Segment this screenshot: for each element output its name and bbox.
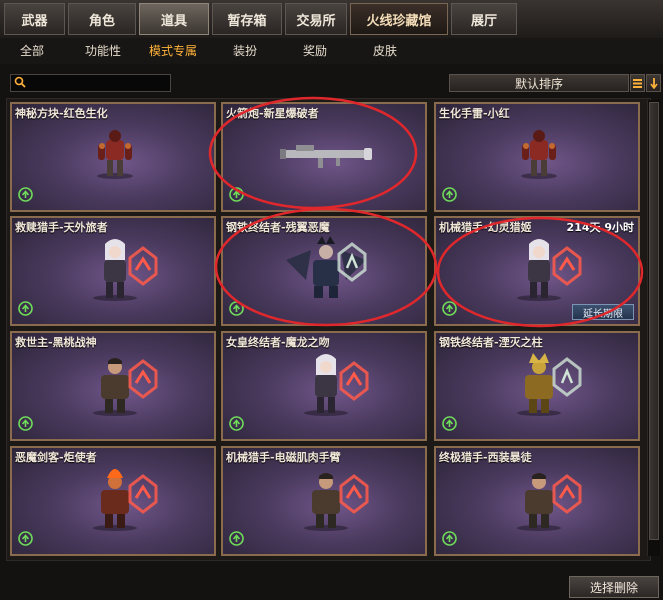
tab-items[interactable]: 道具 (139, 3, 209, 35)
item-card[interactable]: 救赎猎手-天外旅者 (10, 216, 216, 326)
select-delete-button[interactable]: 选择删除 (569, 576, 659, 598)
item-card[interactable]: 钢铁终结者-湮灭之柱 (434, 331, 640, 441)
recycle-icon[interactable] (442, 187, 457, 202)
item-card[interactable]: 恶魔剑客-炬使者 (10, 446, 216, 556)
extend-duration-button[interactable]: 延长期限 (572, 304, 634, 320)
item-card[interactable]: 救世主-黑桃战神 (10, 331, 216, 441)
item-card[interactable]: 女皇终结者-魔龙之吻 (221, 331, 427, 441)
scroll-thumb[interactable] (649, 102, 659, 540)
item-title: 恶魔剑客-炬使者 (15, 451, 97, 464)
item-card[interactable]: 终极猎手-西装暴徒 (434, 446, 640, 556)
item-card[interactable]: 神秘方块-红色生化 (10, 102, 216, 212)
recycle-icon[interactable] (442, 416, 457, 431)
recycle-icon[interactable] (18, 187, 33, 202)
recycle-icon[interactable] (229, 416, 244, 431)
item-card[interactable]: 机械猎手-电磁肌肉手臂 (221, 446, 427, 556)
subtab-outfit[interactable]: 装扮 (233, 42, 257, 59)
list-icon[interactable] (630, 74, 645, 92)
subtab-functional[interactable]: 功能性 (85, 42, 121, 59)
subtab-all[interactable]: 全部 (20, 42, 44, 59)
sort-arrow-icon[interactable] (646, 74, 661, 92)
sort-dropdown[interactable]: 默认排序 (449, 74, 629, 92)
search-icon (14, 76, 26, 88)
recycle-icon[interactable] (18, 301, 33, 316)
subtab-skins[interactable]: 皮肤 (373, 42, 397, 59)
item-title: 火箭炮-新星爆破者 (226, 107, 319, 120)
tab-storage[interactable]: 暂存箱 (212, 3, 282, 35)
subtab-rewards[interactable]: 奖励 (303, 42, 327, 59)
tab-characters[interactable]: 角色 (68, 3, 136, 35)
tab-collection[interactable]: 火线珍藏馆 (350, 3, 448, 35)
item-title: 钢铁终结者-湮灭之柱 (439, 336, 543, 349)
item-card[interactable]: 机械猎手-幻灵猎姬 214天 9小时 延长期限 (434, 216, 640, 326)
item-title: 机械猎手-幻灵猎姬 (439, 221, 532, 234)
tab-showroom[interactable]: 展厅 (451, 3, 517, 35)
item-title: 生化手雷-小红 (439, 107, 510, 120)
item-card[interactable]: 钢铁终结者-残翼恶魔 (221, 216, 427, 326)
recycle-icon[interactable] (18, 531, 33, 546)
grid-scrollbar[interactable] (647, 100, 660, 556)
sub-tab-bar: 全部 功能性 模式专属 装扮 奖励 皮肤 (0, 38, 663, 64)
recycle-icon[interactable] (442, 531, 457, 546)
item-title: 终极猎手-西装暴徒 (439, 451, 532, 464)
tab-weapons[interactable]: 武器 (4, 3, 65, 35)
item-title: 机械猎手-电磁肌肉手臂 (226, 451, 341, 464)
recycle-icon[interactable] (229, 301, 244, 316)
recycle-icon[interactable] (229, 531, 244, 546)
item-timer: 214天 9小时 (566, 221, 634, 234)
recycle-icon[interactable] (229, 187, 244, 202)
subtab-mode-exclusive[interactable]: 模式专属 (149, 42, 197, 59)
item-title: 神秘方块-红色生化 (15, 107, 108, 120)
item-card[interactable]: 火箭炮-新星爆破者 (221, 102, 427, 212)
recycle-icon[interactable] (442, 301, 457, 316)
tab-exchange[interactable]: 交易所 (285, 3, 347, 35)
item-card[interactable]: 生化手雷-小红 (434, 102, 640, 212)
item-title: 救赎猎手-天外旅者 (15, 221, 108, 234)
top-tab-bar: 武器 角色 道具 暂存箱 交易所 火线珍藏馆 展厅 (0, 0, 663, 39)
item-title: 救世主-黑桃战神 (15, 336, 97, 349)
recycle-icon[interactable] (18, 416, 33, 431)
search-input[interactable] (10, 74, 171, 92)
item-title: 钢铁终结者-残翼恶魔 (226, 221, 330, 234)
sort-label: 默认排序 (514, 76, 563, 91)
item-title: 女皇终结者-魔龙之吻 (226, 336, 330, 349)
